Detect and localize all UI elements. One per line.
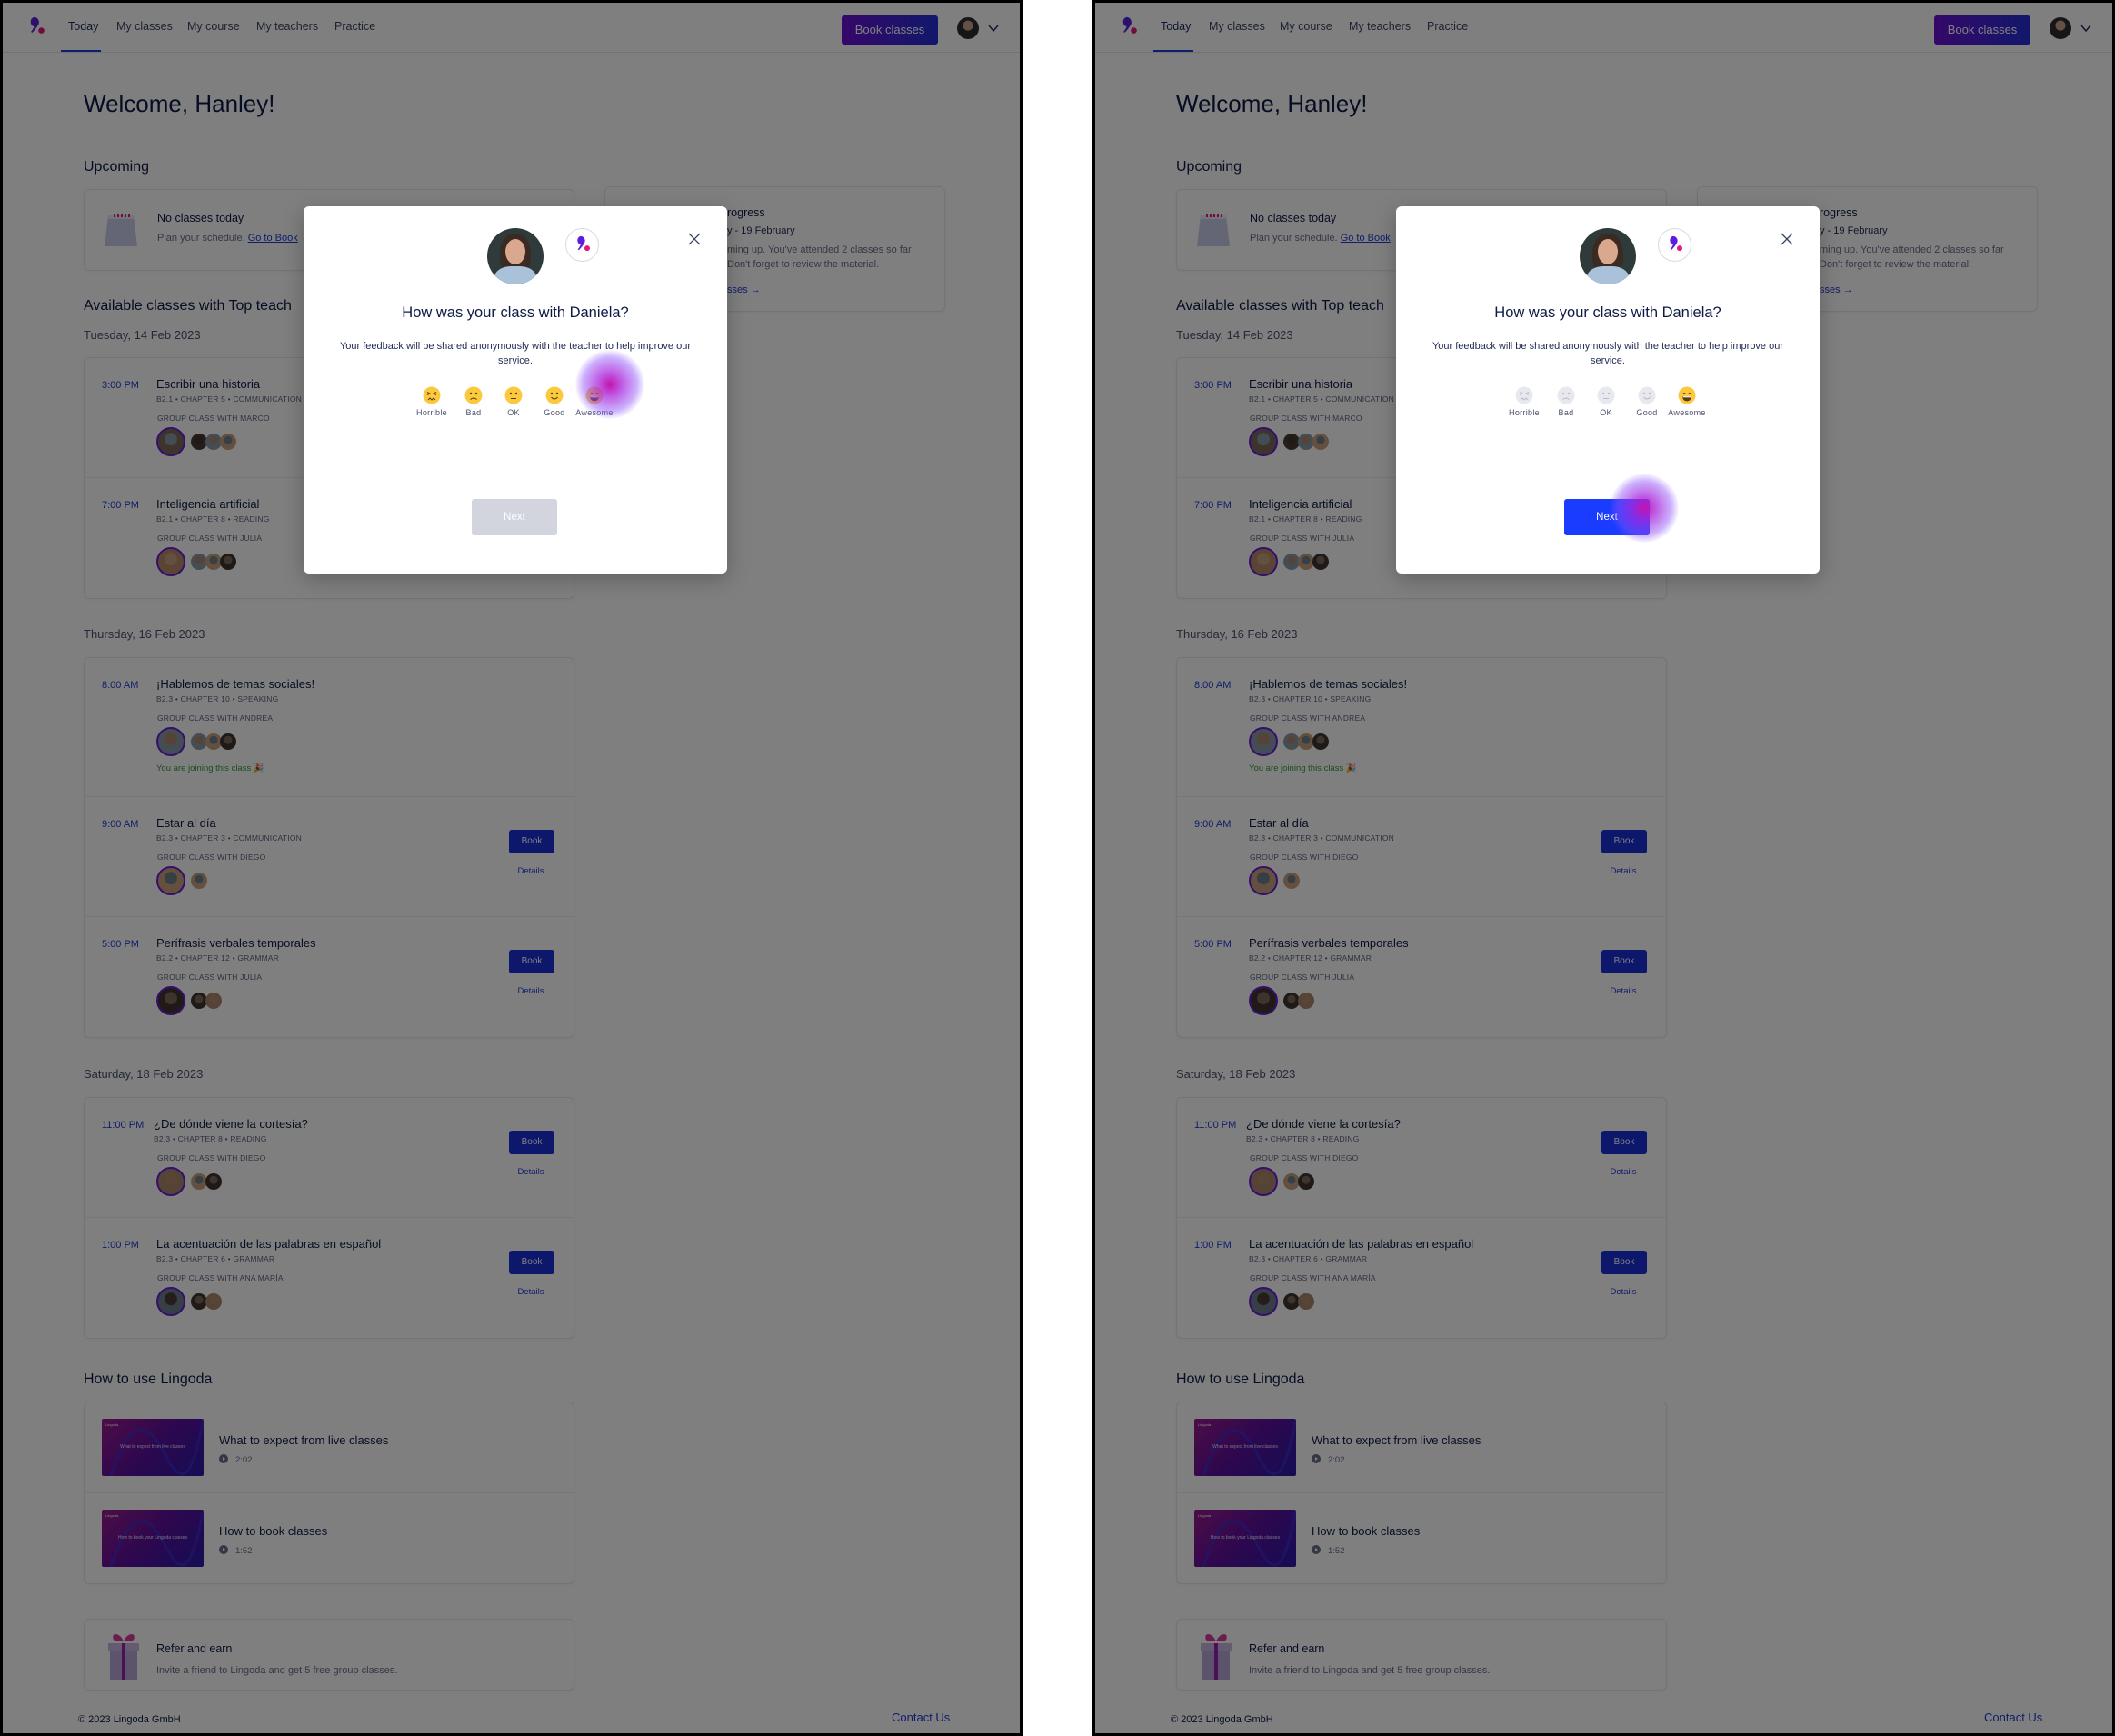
tap-indicator [1610, 474, 1679, 543]
rating-good[interactable]: Good [1624, 386, 1670, 417]
rating-bad[interactable]: Bad [451, 386, 496, 417]
rating-ok[interactable]: OK [491, 386, 536, 417]
rating-label: Good [544, 408, 565, 417]
close-icon[interactable] [687, 232, 702, 246]
lingoda-logo [1666, 235, 1684, 258]
ok-face-icon [1597, 386, 1615, 404]
rating-label: Horrible [1509, 408, 1540, 417]
rating-awesome[interactable]: Awesome [1664, 386, 1710, 417]
teacher-photo [487, 228, 544, 284]
rating-bad[interactable]: Bad [1543, 386, 1589, 417]
modal-subtitle: Your feedback will be shared anonymously… [1432, 341, 1784, 366]
rating-horrible[interactable]: Horrible [409, 386, 454, 417]
rating-good[interactable]: Good [532, 386, 577, 417]
app-screen: TodayMy classesMy courseMy teachersPract… [0, 0, 1023, 1736]
next-button[interactable]: Next [472, 499, 557, 535]
lingoda-logo [574, 235, 592, 258]
good-face-icon [545, 386, 564, 404]
rating-label: Horrible [416, 408, 447, 417]
rating-label: Bad [465, 408, 482, 417]
horrible-face-icon [1515, 386, 1533, 404]
feedback-modal: How was your class with Daniela? Your fe… [1396, 206, 1820, 574]
rating-horrible[interactable]: Horrible [1501, 386, 1547, 417]
rating-label: OK [1600, 408, 1612, 417]
awesome-face-icon [1678, 386, 1696, 404]
close-icon[interactable] [1780, 232, 1794, 246]
modal-subtitle: Your feedback will be shared anonymously… [339, 341, 692, 366]
rating-label: Good [1636, 408, 1658, 417]
ok-face-icon [504, 386, 523, 404]
rating-ok[interactable]: OK [1583, 386, 1629, 417]
app-screen: TodayMy classesMy courseMy teachersPract… [1092, 0, 2115, 1736]
rating-label: OK [507, 408, 520, 417]
modal-title: How was your class with Daniela? [402, 304, 629, 321]
horrible-face-icon [423, 386, 441, 404]
rating-label: Awesome [1668, 408, 1706, 417]
rating-label: Bad [1558, 408, 1574, 417]
bad-face-icon [464, 386, 483, 404]
lingoda-badge [565, 228, 599, 262]
lingoda-badge [1658, 228, 1691, 262]
good-face-icon [1638, 386, 1656, 404]
tap-indicator [575, 350, 644, 419]
modal-title: How was your class with Daniela? [1494, 304, 1721, 321]
bad-face-icon [1557, 386, 1575, 404]
feedback-modal: How was your class with Daniela? Your fe… [304, 206, 727, 574]
teacher-photo [1580, 228, 1636, 284]
